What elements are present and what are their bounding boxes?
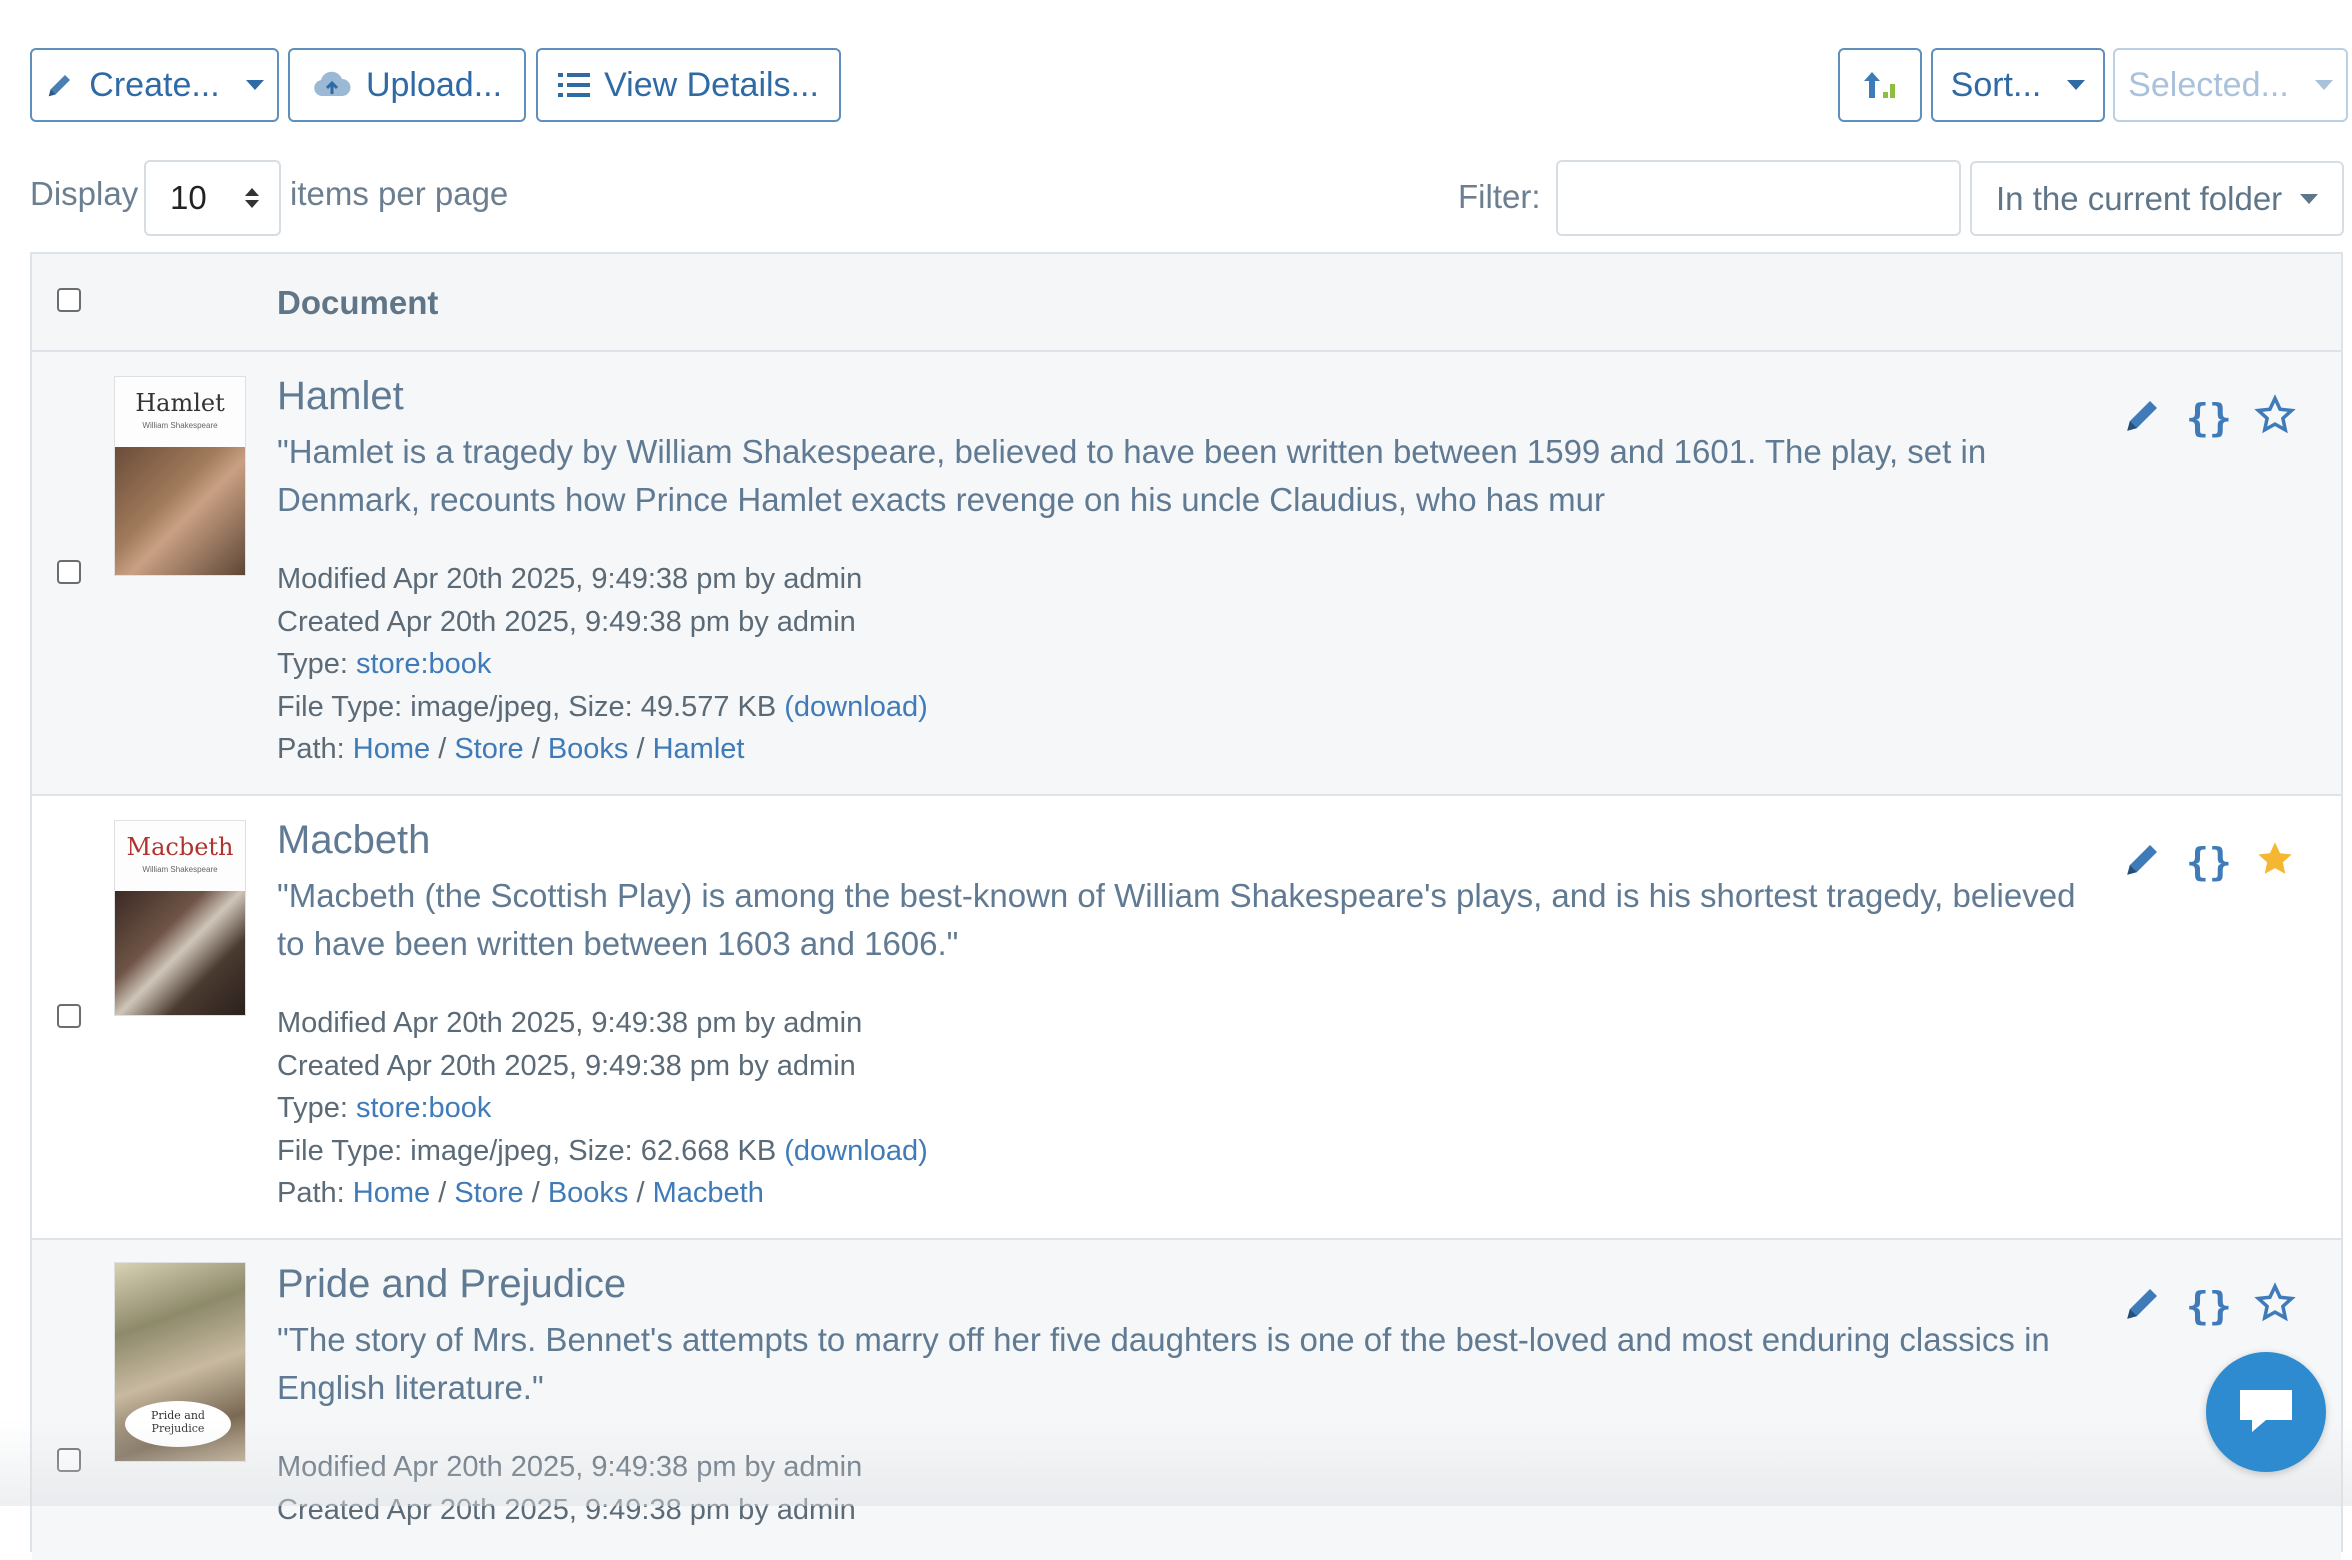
caret-down-icon <box>2067 80 2086 90</box>
modified-info: Modified Apr 20th 2025, 9:49:38 pm by ad… <box>277 1007 863 1039</box>
sort-button[interactable]: Sort... <box>1931 48 2105 122</box>
document-meta: Modified Apr 20th 2025, 9:49:38 pm by ad… <box>277 1446 862 1531</box>
edit-pencil-icon[interactable] <box>2122 394 2164 441</box>
json-braces-icon[interactable]: {} <box>2186 396 2232 440</box>
edit-pencil-icon[interactable] <box>2122 838 2164 885</box>
star-outline-icon[interactable] <box>2254 394 2296 441</box>
edit-pencil-icon[interactable] <box>2122 1282 2164 1329</box>
created-info: Created Apr 20th 2025, 9:49:38 pm by adm… <box>277 1049 856 1082</box>
caret-down-icon <box>2314 80 2333 90</box>
book-cover-thumbnail[interactable]: Macbeth William Shakespeare <box>114 820 246 1016</box>
type-link[interactable]: store:book <box>356 1092 491 1124</box>
items-per-page-label: items per page <box>290 175 509 212</box>
upload-label: Upload... <box>365 65 503 104</box>
modified-info: Modified Apr 20th 2025, 9:49:38 pm by ad… <box>277 563 863 595</box>
table-row: Macbeth William Shakespeare Macbeth "Mac… <box>32 796 2341 1240</box>
caret-down-icon <box>2300 193 2318 204</box>
selected-actions-button[interactable]: Selected... <box>2113 48 2348 122</box>
path-doc-link[interactable]: Macbeth <box>653 1177 764 1209</box>
path-doc-link[interactable]: Hamlet <box>653 733 745 765</box>
cloud-upload-icon <box>312 70 352 100</box>
thumb-title: Pride and Prejudice <box>125 1401 231 1447</box>
filter-input[interactable] <box>1556 160 1961 236</box>
path-store-link[interactable]: Store <box>454 1177 523 1209</box>
display-label: Display <box>30 175 139 212</box>
row-actions: {} <box>2122 394 2296 441</box>
document-meta: Modified Apr 20th 2025, 9:49:38 pm by ad… <box>277 1002 928 1215</box>
json-braces-icon[interactable]: {} <box>2186 840 2232 884</box>
file-type-info: File Type: image/jpeg, Size: 49.577 KB (… <box>277 690 928 723</box>
path-info: Path: Home / Store / Books / Hamlet <box>277 733 745 765</box>
star-outline-icon[interactable] <box>2254 1282 2296 1329</box>
row-actions: {} <box>2122 1282 2296 1329</box>
created-info: Created Apr 20th 2025, 9:49:38 pm by adm… <box>277 1493 856 1526</box>
table-row: Hamlet William Shakespeare Hamlet "Hamle… <box>32 352 2341 796</box>
row-checkbox[interactable] <box>57 1004 81 1028</box>
create-label: Create... <box>89 65 220 104</box>
per-page-value: 10 <box>170 179 207 216</box>
modified-info: Modified Apr 20th 2025, 9:49:38 pm by ad… <box>277 1451 863 1483</box>
download-link[interactable]: (download) <box>784 1135 927 1167</box>
create-button[interactable]: Create... <box>30 48 279 122</box>
path-store-link[interactable]: Store <box>454 733 523 765</box>
table-header: Document <box>32 254 2341 352</box>
sort-direction-button[interactable] <box>1838 48 1922 122</box>
path-books-link[interactable]: Books <box>548 733 629 765</box>
pencil-icon <box>45 70 75 100</box>
type-info: Type: store:book <box>277 648 492 680</box>
select-all-checkbox[interactable] <box>57 288 81 312</box>
json-braces-icon[interactable]: {} <box>2186 1284 2232 1328</box>
chat-bubble-icon <box>2236 1384 2296 1441</box>
book-cover-thumbnail[interactable]: Hamlet William Shakespeare <box>114 376 246 576</box>
sort-label: Sort... <box>1950 65 2042 104</box>
sort-amount-icon <box>1863 70 1897 100</box>
path-home-link[interactable]: Home <box>353 1177 430 1209</box>
download-link[interactable]: (download) <box>784 691 927 723</box>
upload-button[interactable]: Upload... <box>288 48 526 122</box>
document-description: "The story of Mrs. Bennet's attempts to … <box>277 1321 2050 1406</box>
thumb-author: William Shakespeare <box>142 865 218 874</box>
documents-table: Document Hamlet William Shakespeare Haml… <box>30 252 2343 1560</box>
book-cover-thumbnail[interactable]: Pride and Prejudice <box>114 1262 246 1462</box>
path-info: Path: Home / Store / Books / Macbeth <box>277 1177 764 1209</box>
file-type-info: File Type: image/jpeg, Size: 62.668 KB (… <box>277 1134 928 1167</box>
row-checkbox[interactable] <box>57 1448 81 1472</box>
table-row: Pride and Prejudice Pride and Prejudice … <box>32 1240 2341 1560</box>
document-description: "Macbeth (the Scottish Play) is among th… <box>277 877 2076 962</box>
row-actions: {} <box>2122 838 2296 885</box>
type-info: Type: store:book <box>277 1092 492 1124</box>
thumb-title: Hamlet <box>135 389 225 417</box>
selected-label: Selected... <box>2128 65 2289 104</box>
document-title-link[interactable]: Macbeth <box>277 818 430 863</box>
document-meta: Modified Apr 20th 2025, 9:49:38 pm by ad… <box>277 558 928 771</box>
per-page-select[interactable]: 10 <box>144 160 281 236</box>
column-header-document: Document <box>277 284 439 321</box>
filter-label: Filter: <box>1458 178 1541 215</box>
path-books-link[interactable]: Books <box>548 1177 629 1209</box>
document-description: "Hamlet is a tragedy by William Shakespe… <box>277 433 1987 518</box>
document-title-link[interactable]: Hamlet <box>277 374 404 419</box>
select-arrows-icon <box>245 188 259 208</box>
list-icon <box>558 72 591 98</box>
filter-scope-value: In the current folder <box>1996 179 2283 217</box>
document-title-link[interactable]: Pride and Prejudice <box>277 1262 626 1307</box>
path-home-link[interactable]: Home <box>353 733 430 765</box>
thumb-author: William Shakespeare <box>142 421 218 430</box>
type-link[interactable]: store:book <box>356 648 491 680</box>
filter-scope-select[interactable]: In the current folder <box>1970 161 2344 236</box>
view-details-label: View Details... <box>604 65 819 104</box>
caret-down-icon <box>245 80 264 90</box>
view-details-button[interactable]: View Details... <box>536 48 841 122</box>
chat-button[interactable] <box>2206 1352 2326 1472</box>
thumb-title: Macbeth <box>126 833 234 861</box>
created-info: Created Apr 20th 2025, 9:49:38 pm by adm… <box>277 605 856 638</box>
row-checkbox[interactable] <box>57 560 81 584</box>
star-filled-icon[interactable] <box>2254 838 2296 885</box>
